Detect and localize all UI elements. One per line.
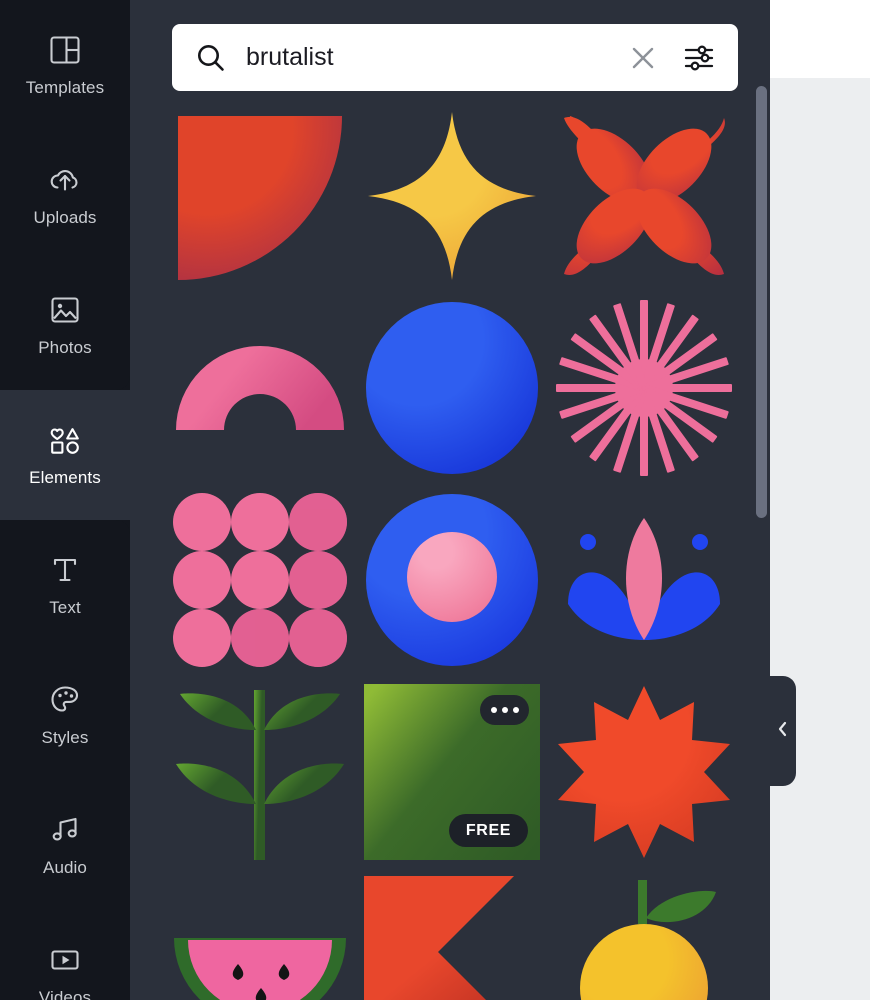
element-tile[interactable] bbox=[556, 492, 732, 668]
sidebar-item-label: Styles bbox=[41, 728, 89, 747]
chevron-left-icon bbox=[776, 720, 790, 743]
canvas-top-strip bbox=[770, 0, 870, 78]
collapse-panel-handle[interactable] bbox=[770, 676, 796, 786]
sidebar-item-elements[interactable]: Elements bbox=[0, 376, 130, 534]
video-play-icon bbox=[47, 942, 83, 978]
sidebar-item-label: Templates bbox=[25, 78, 105, 97]
element-tile[interactable] bbox=[172, 684, 348, 860]
sidebar-item-text[interactable]: Text bbox=[0, 520, 130, 650]
element-tile[interactable] bbox=[172, 876, 348, 1000]
canva-editor-screen: Templates Uploads Photos Elements Text S… bbox=[0, 0, 870, 1000]
element-tile[interactable] bbox=[556, 300, 732, 476]
upload-cloud-icon bbox=[47, 162, 83, 198]
sidebar-item-label: Audio bbox=[43, 858, 87, 877]
sidebar-item-styles[interactable]: Styles bbox=[0, 650, 130, 780]
sidebar-item-templates[interactable]: Templates bbox=[0, 0, 130, 130]
elements-grid: FREE bbox=[172, 108, 752, 1000]
element-tile[interactable] bbox=[364, 492, 540, 668]
sidebar-item-label: Text bbox=[49, 598, 81, 617]
dot bbox=[512, 707, 519, 713]
element-tile[interactable] bbox=[172, 108, 348, 284]
sidebar-item-audio[interactable]: Audio bbox=[0, 780, 130, 910]
sidebar-item-label: Videos bbox=[38, 988, 92, 1000]
filter-sliders-icon[interactable] bbox=[682, 41, 716, 75]
music-note-icon bbox=[47, 812, 83, 848]
palette-icon bbox=[47, 682, 83, 718]
dot bbox=[490, 707, 497, 713]
panel-scrollbar[interactable] bbox=[756, 86, 768, 976]
text-t-icon bbox=[47, 552, 83, 588]
search-bar bbox=[172, 24, 738, 91]
elements-panel: FREE bbox=[130, 0, 770, 1000]
sidebar-item-photos[interactable]: Photos bbox=[0, 260, 130, 390]
status-badge: FREE bbox=[448, 814, 528, 847]
more-options-icon[interactable] bbox=[480, 695, 529, 725]
sidebar-item-uploads[interactable]: Uploads bbox=[0, 130, 130, 260]
element-tile[interactable] bbox=[364, 300, 540, 476]
photo-icon bbox=[47, 292, 83, 328]
element-tile-hovered[interactable]: FREE bbox=[364, 684, 540, 860]
sidebar-item-label: Photos bbox=[38, 338, 92, 357]
element-tile[interactable] bbox=[364, 876, 540, 1000]
close-x-icon[interactable] bbox=[626, 41, 660, 75]
search-input[interactable] bbox=[246, 43, 626, 72]
elements-shapes-icon bbox=[47, 422, 83, 458]
left-nav-rail: Templates Uploads Photos Elements Text S… bbox=[0, 0, 130, 1000]
element-tile[interactable] bbox=[556, 684, 732, 860]
element-tile[interactable] bbox=[556, 108, 732, 284]
templates-icon bbox=[47, 32, 83, 68]
sidebar-item-videos[interactable]: Videos bbox=[0, 910, 130, 1000]
scrollbar-thumb[interactable] bbox=[756, 86, 767, 518]
element-tile[interactable] bbox=[556, 876, 732, 1000]
canvas-area bbox=[770, 78, 870, 1000]
sidebar-item-label: Elements bbox=[29, 468, 101, 487]
search-results: FREE bbox=[172, 108, 752, 1000]
sidebar-item-label: Uploads bbox=[33, 208, 97, 227]
element-tile[interactable] bbox=[172, 492, 348, 668]
dot bbox=[501, 707, 508, 713]
element-tile[interactable] bbox=[172, 300, 348, 476]
element-tile[interactable] bbox=[364, 108, 540, 284]
search-icon bbox=[194, 41, 228, 75]
